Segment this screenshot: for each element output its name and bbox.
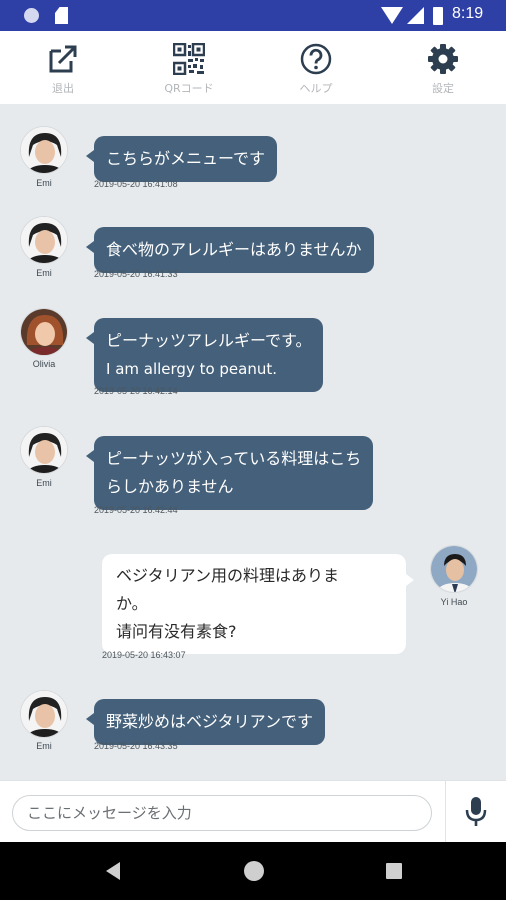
chat-area[interactable]: Emi こちらがメニューです 2019-05-20 16:41:08 Emi 食…: [0, 104, 506, 780]
message-bubble-incoming[interactable]: ピーナッツアレルギーです。 I am allergy to peanut.: [85, 318, 324, 392]
message-text: 食べ物のアレルギーはありませんか: [106, 240, 362, 259]
message-timestamp: 2019-05-20 16:42:14: [94, 386, 178, 396]
help-label: ヘルプ: [299, 82, 333, 95]
yi-hao-portrait-icon: [431, 546, 477, 592]
battery-icon: [433, 7, 443, 25]
notification-dot-icon: [24, 8, 39, 23]
message-timestamp: 2019-05-20 16:41:33: [94, 269, 178, 279]
message-text: か。: [116, 594, 148, 613]
avatar-olivia[interactable]: [20, 308, 68, 356]
message-timestamp: 2019-05-20 16:41:08: [94, 179, 178, 189]
avatar-emi[interactable]: [20, 690, 68, 738]
message-input-bar: [0, 780, 506, 843]
emi-portrait-icon: [21, 127, 67, 173]
gear-icon: [428, 44, 458, 74]
message-timestamp: 2019-05-20 16:43:35: [94, 741, 178, 751]
message-input[interactable]: [12, 795, 432, 831]
message-bubble-incoming[interactable]: ピーナッツが入っている料理はこち らしかありません: [85, 436, 374, 510]
sender-name: Emi: [36, 478, 52, 488]
help-button[interactable]: ヘルプ: [253, 31, 379, 104]
exit-icon: [49, 45, 77, 73]
sender-name: Emi: [36, 178, 52, 188]
emi-portrait-icon: [21, 217, 67, 263]
wifi-icon: [381, 7, 403, 24]
home-icon[interactable]: [244, 861, 264, 881]
sender-name: Yi Hao: [440, 597, 468, 607]
help-icon: [300, 43, 332, 75]
message-text: こちらがメニューです: [106, 149, 266, 168]
message-text: ベジタリアン用の料理はありま: [116, 566, 340, 585]
emi-portrait-icon: [21, 427, 67, 473]
avatar-emi[interactable]: [20, 426, 68, 474]
emi-portrait-icon: [21, 691, 67, 737]
message-bubble-incoming[interactable]: 食べ物のアレルギーはありませんか: [86, 227, 374, 273]
settings-label: 設定: [432, 82, 454, 95]
status-bar: 8:19: [0, 0, 506, 31]
microphone-icon[interactable]: [462, 795, 490, 829]
message-bubble-incoming[interactable]: 野菜炒めはベジタリアンです: [85, 699, 326, 745]
system-nav-bar: [0, 842, 506, 900]
sd-card-icon: [55, 7, 68, 24]
message-text: ピーナッツが入っている料理はこち: [106, 449, 362, 468]
recent-apps-icon[interactable]: [386, 863, 402, 879]
olivia-portrait-icon: [21, 309, 67, 355]
settings-button[interactable]: 設定: [380, 31, 506, 104]
sender-name: Emi: [36, 741, 52, 751]
message-text-translation: 请问有没有素食?: [116, 622, 237, 641]
input-divider: [445, 781, 446, 843]
back-icon[interactable]: [106, 862, 120, 880]
message-text: らしかありません: [106, 477, 234, 496]
message-timestamp: 2019-05-20 16:42:44: [94, 505, 178, 515]
exit-label: 退出: [52, 82, 74, 95]
message-timestamp: 2019-05-20 16:43:07: [102, 650, 186, 660]
toolbar: 退出 QRコード ヘルプ 設定: [0, 31, 506, 104]
message-text-translation: I am allergy to peanut.: [106, 360, 278, 378]
cell-signal-icon: [407, 7, 424, 24]
qr-code-button[interactable]: QRコード: [126, 31, 252, 104]
avatar-yi-hao[interactable]: [430, 545, 478, 593]
status-time: 8:19: [452, 5, 484, 22]
message-text: 野菜炒めはベジタリアンです: [106, 712, 314, 731]
avatar-emi[interactable]: [20, 216, 68, 264]
sender-name: Emi: [36, 268, 52, 278]
exit-button[interactable]: 退出: [0, 31, 126, 104]
message-bubble-outgoing[interactable]: ベジタリアン用の料理はありま か。 请问有没有素食?: [102, 554, 414, 654]
sender-name: Olivia: [32, 359, 56, 369]
message-bubble-incoming[interactable]: こちらがメニューです: [85, 136, 278, 182]
message-text: ピーナッツアレルギーです。: [106, 331, 312, 350]
qr-code-label: QRコード: [164, 82, 214, 95]
qr-code-icon: [173, 43, 205, 75]
avatar-emi[interactable]: [20, 126, 68, 174]
